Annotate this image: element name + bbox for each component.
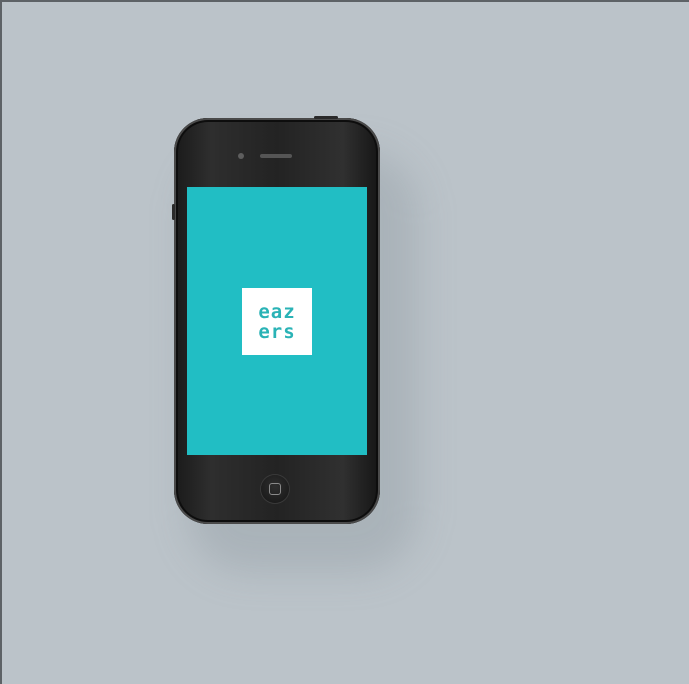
mute-switch — [172, 204, 175, 220]
smartphone-device: eaz ers — [172, 116, 380, 524]
front-camera-icon — [238, 153, 244, 159]
logo-line-1: eaz — [258, 300, 296, 323]
phone-screen[interactable]: eaz ers — [187, 187, 367, 455]
eazers-logo: eaz ers — [242, 288, 312, 355]
home-button-icon[interactable] — [261, 475, 289, 503]
logo-line-2: ers — [258, 320, 296, 343]
home-square-icon — [269, 483, 281, 495]
earpiece-speaker-icon — [260, 154, 292, 158]
canvas-background: eaz ers — [0, 0, 689, 684]
power-button — [314, 116, 338, 119]
